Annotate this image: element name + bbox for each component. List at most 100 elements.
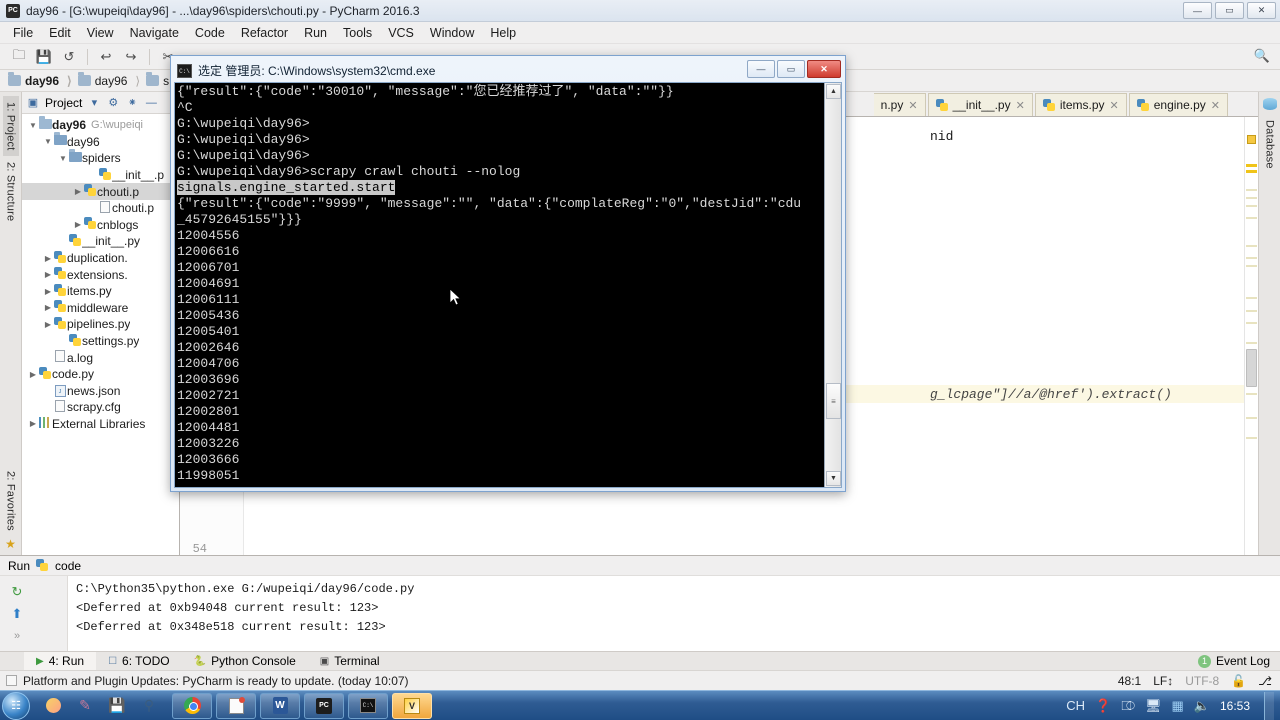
volume-icon[interactable]: 🔈: [1194, 698, 1210, 714]
chevron-down-icon[interactable]: [28, 121, 38, 130]
status-message[interactable]: Platform and Plugin Updates: PyCharm is …: [23, 674, 409, 688]
ime-indicator[interactable]: CH: [1066, 698, 1085, 713]
maximize-button[interactable]: ▭: [1215, 2, 1244, 19]
tree-item-chouti-p[interactable]: chouti.p: [22, 200, 179, 217]
editor-tab-items-py[interactable]: items.py ✕: [1034, 93, 1127, 116]
menu-file[interactable]: File: [6, 24, 40, 42]
sync-icon[interactable]: ↺: [58, 47, 80, 67]
editor-tab-n-py[interactable]: n.py ✕: [873, 93, 926, 116]
menu-window[interactable]: Window: [423, 24, 481, 42]
help-icon[interactable]: ❓: [1095, 698, 1111, 714]
tree-item-chouti-p[interactable]: chouti.p: [22, 183, 179, 200]
chevron-down-icon[interactable]: [58, 154, 68, 163]
close-icon[interactable]: ✕: [908, 99, 917, 112]
caret-position[interactable]: 48:1: [1118, 674, 1141, 688]
chevron-right-icon[interactable]: [28, 419, 38, 428]
search-icon[interactable]: 🔍: [1254, 48, 1270, 64]
tree-item-code-py[interactable]: code.py: [22, 366, 179, 383]
save-all-icon[interactable]: 💾: [33, 47, 55, 67]
minimize-button[interactable]: —: [1183, 2, 1212, 19]
cmd-scroll-up-icon[interactable]: ▲: [826, 84, 841, 99]
cmd-console-window[interactable]: C:\ 选定 管理员: C:\Windows\system32\cmd.exe …: [170, 55, 846, 492]
tree-item--init-py[interactable]: __init__.py: [22, 233, 179, 250]
cmd-taskbar-button[interactable]: C:\: [348, 692, 388, 719]
tree-item-pipelines-py[interactable]: pipelines.py: [22, 316, 179, 333]
cmd-minimize-button[interactable]: —: [747, 60, 775, 78]
tree-item-middleware[interactable]: middleware: [22, 300, 179, 317]
lock-icon[interactable]: 🔓: [1231, 674, 1246, 688]
tool-tab-python-console[interactable]: 🐍 Python Console: [182, 652, 308, 671]
chevron-right-icon[interactable]: [43, 254, 53, 263]
rerun-icon[interactable]: ↻: [0, 581, 34, 603]
editor-vertical-scrollbar[interactable]: [1246, 349, 1257, 387]
tool-tab-database[interactable]: Database: [1262, 114, 1278, 175]
editor-tab--init-py[interactable]: __init__.py ✕: [927, 93, 1033, 116]
cmd-console-output[interactable]: {"result":{"code":"30010", "message":"您已…: [175, 83, 824, 487]
menu-refactor[interactable]: Refactor: [234, 24, 295, 42]
redo-icon[interactable]: ↪: [120, 47, 142, 67]
taskbar-clock[interactable]: 16:53: [1220, 699, 1250, 713]
tree-item-duplication-[interactable]: duplication.: [22, 250, 179, 267]
tool-tab-project[interactable]: 1: Project: [2, 96, 19, 157]
cmd-maximize-button[interactable]: ▭: [777, 60, 805, 78]
menu-code[interactable]: Code: [188, 24, 232, 42]
chrome-taskbar-button[interactable]: [172, 692, 212, 719]
close-button[interactable]: ✕: [1247, 2, 1276, 19]
tree-item--init-p[interactable]: __init__.p: [22, 167, 179, 184]
marker-stripe[interactable]: [1244, 117, 1258, 555]
menu-run[interactable]: Run: [297, 24, 334, 42]
show-desktop-button[interactable]: [1264, 691, 1274, 720]
tree-item-scrapy-cfg[interactable]: scrapy.cfg: [22, 399, 179, 416]
chevron-down-icon[interactable]: ▾: [87, 96, 101, 110]
tool-tab-structure[interactable]: 2: Structure: [3, 156, 19, 227]
chevron-right-icon[interactable]: [43, 287, 53, 296]
settings-gear-icon[interactable]: ⚙: [106, 96, 120, 110]
open-folder-icon[interactable]: 🗀: [8, 47, 30, 67]
tree-item-a-log[interactable]: a.log: [22, 349, 179, 366]
save-icon[interactable]: 💾: [108, 697, 126, 715]
chevron-right-icon[interactable]: [73, 220, 83, 229]
menu-tools[interactable]: Tools: [336, 24, 379, 42]
display-icon[interactable]: ▦: [1171, 698, 1183, 714]
network-icon[interactable]: 🖥: [1145, 698, 1162, 714]
breadcrumb-item-0[interactable]: day96 ⟩: [8, 72, 78, 88]
project-view-icon[interactable]: ▣: [26, 96, 40, 110]
menu-edit[interactable]: Edit: [42, 24, 78, 42]
tool-tab-terminal[interactable]: ▣ Terminal: [308, 652, 392, 671]
cmd-console-body[interactable]: {"result":{"code":"30010", "message":"您已…: [174, 82, 842, 488]
tree-item-extensions-[interactable]: extensions.: [22, 266, 179, 283]
tree-item-cnblogs[interactable]: cnblogs: [22, 217, 179, 234]
menu-navigate[interactable]: Navigate: [123, 24, 186, 42]
close-icon[interactable]: ✕: [1110, 99, 1119, 112]
editor-taskbar-button[interactable]: V: [392, 692, 432, 719]
chevron-down-icon[interactable]: [43, 137, 53, 146]
cmd-close-button[interactable]: ✕: [807, 60, 841, 78]
tree-item-news-json[interactable]: Jnews.json: [22, 383, 179, 400]
hide-icon[interactable]: —: [144, 96, 158, 110]
tree-item-settings-py[interactable]: settings.py: [22, 333, 179, 350]
tree-item-spiders[interactable]: spiders: [22, 148, 179, 167]
chevron-right-icon[interactable]: [43, 303, 53, 312]
collapse-all-icon[interactable]: ⁕: [125, 96, 139, 110]
event-log-button[interactable]: 1 Event Log: [1197, 654, 1270, 668]
menu-help[interactable]: Help: [483, 24, 523, 42]
line-separator[interactable]: LF↕: [1153, 674, 1173, 688]
close-icon[interactable]: ✕: [1016, 99, 1025, 112]
run-config-name[interactable]: code: [55, 559, 81, 573]
key-flag-icon[interactable]: ⚲: [140, 697, 158, 715]
tree-item-external-libraries[interactable]: External Libraries: [22, 416, 179, 433]
tool-tab-todo[interactable]: ☐ 6: TODO: [96, 652, 182, 671]
share-icon[interactable]: ⎄: [1121, 698, 1135, 714]
cmd-scroll-thumb[interactable]: ≡: [826, 383, 841, 419]
cmd-scrollbar[interactable]: ▲ ≡ ▼: [824, 83, 841, 487]
pycharm-taskbar-button[interactable]: PC: [304, 692, 344, 719]
cmd-scroll-down-icon[interactable]: ▼: [826, 471, 841, 486]
up-arrow-icon[interactable]: ⬆: [0, 603, 34, 625]
color-picker-icon[interactable]: ✎: [76, 697, 94, 715]
start-button[interactable]: ☷: [2, 691, 30, 720]
file-encoding[interactable]: UTF-8: [1185, 674, 1219, 688]
chevron-right-icon[interactable]: [73, 187, 83, 196]
notepad-taskbar-button[interactable]: [216, 692, 256, 719]
undo-icon[interactable]: ↩: [95, 47, 117, 67]
chevron-right-icon[interactable]: [28, 370, 38, 379]
